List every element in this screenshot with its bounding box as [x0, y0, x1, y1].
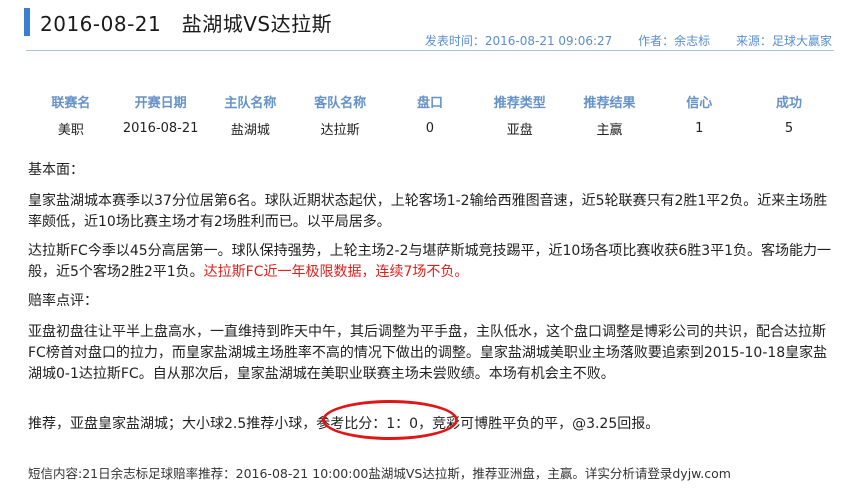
col-league: 联赛名 [51, 95, 91, 111]
article-title: 2016-08-21 盐湖城VS达拉斯 [40, 11, 333, 36]
cell-success: 5 [784, 120, 794, 136]
sms-footer: 短信内容:21日余志标足球赔率推荐：2016-08-21 10:00:00盐湖城… [28, 466, 731, 481]
publish-time: 发表时间：2016-08-21 09:06:27 [424, 34, 613, 48]
cell-rec-result: 主赢 [596, 122, 623, 138]
cell-handicap: 0 [425, 120, 435, 136]
basics-heading: 基本面： [28, 162, 84, 178]
table-header-row: 联赛名 开赛日期 主队名称 客队名称 盘口 推荐类型 推荐结果 信心 成功 [26, 88, 834, 114]
cell-rec-type: 亚盘 [506, 122, 533, 138]
col-rec-type: 推荐类型 [493, 95, 546, 111]
cell-league: 美职 [57, 122, 84, 138]
table-row: 美职 2016-08-21 盐湖城 达拉斯 0 亚盘 主赢 1 5 [26, 114, 834, 142]
source: 来源：足球大赢家 [735, 34, 832, 48]
col-rec-result: 推荐结果 [583, 95, 636, 111]
match-info-table: 联赛名 开赛日期 主队名称 客队名称 盘口 推荐类型 推荐结果 信心 成功 美职… [26, 88, 834, 142]
article-title-bar: 2016-08-21 盐湖城VS达拉斯 [24, 8, 332, 36]
odds-paragraph: 亚盘初盘往让平半上盘高水，一直维持到昨天中午，其后调整为平手盘，主队低水，这个盘… [28, 324, 828, 382]
away-team-paragraph: 达拉斯FC今季以45分高居第一。球队保持强势，上轮主场2-2与堪萨斯城竞技踢平，… [28, 241, 836, 283]
score-highlight-circle [322, 400, 458, 440]
col-date: 开赛日期 [134, 95, 187, 111]
col-away: 客队名称 [314, 95, 367, 111]
odds-heading: 赔率点评： [28, 293, 98, 309]
cell-home: 盐湖城 [230, 122, 270, 138]
article-meta: 发表时间：2016-08-21 09:06:27 作者：余志标 来源：足球大赢家 [403, 32, 832, 49]
home-team-paragraph: 皇家盐湖城本赛季以37分位居第6名。球队近期状态起伏，上轮客场1-2输给西雅图音… [28, 193, 828, 230]
article-body: 基本面： 皇家盐湖城本赛季以37分位居第6名。球队近期状态起伏，上轮客场1-2输… [28, 160, 836, 393]
header-divider [26, 50, 834, 51]
col-handicap: 盘口 [416, 95, 443, 111]
cell-confidence: 1 [695, 120, 704, 136]
col-success: 成功 [776, 95, 803, 111]
away-team-highlight: 达拉斯FC近一年极限数据，连续7场不负。 [203, 264, 469, 280]
author: 作者：余志标 [638, 34, 711, 48]
cell-date: 2016-08-21 [122, 120, 199, 136]
col-home: 主队名称 [224, 95, 277, 111]
cell-away: 达拉斯 [320, 122, 360, 138]
col-confidence: 信心 [686, 95, 713, 111]
